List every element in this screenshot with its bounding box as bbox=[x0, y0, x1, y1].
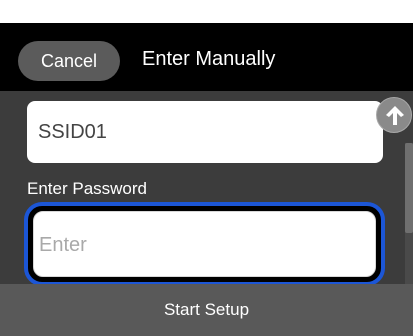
password-field[interactable]: Enter bbox=[33, 211, 376, 277]
scrollbar-thumb[interactable] bbox=[405, 143, 413, 233]
footer-bar: Start Setup bbox=[0, 284, 413, 336]
cancel-button[interactable]: Cancel bbox=[18, 41, 120, 81]
password-label: Enter Password bbox=[27, 179, 147, 198]
scroll-up-button[interactable] bbox=[376, 97, 412, 133]
start-setup-button[interactable]: Start Setup bbox=[0, 284, 413, 336]
screen-title: Enter Manually bbox=[142, 48, 276, 70]
printer-panel-screen: Cancel Enter Manually SSID01 Enter Passw… bbox=[0, 0, 413, 336]
title-bar: Cancel Enter Manually bbox=[0, 23, 413, 91]
ssid-field[interactable]: SSID01 bbox=[27, 101, 383, 163]
form-area: SSID01 Enter Password Enter bbox=[0, 91, 413, 286]
arrow-up-icon bbox=[386, 106, 404, 125]
